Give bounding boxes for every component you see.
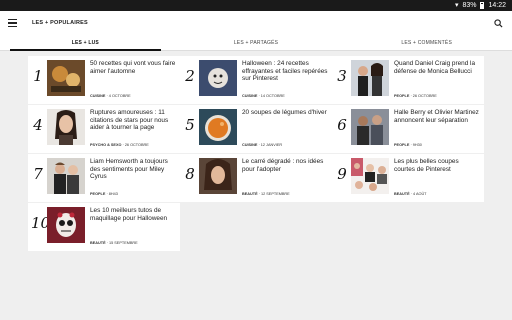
article-category: PEOPLE (394, 143, 410, 147)
article-card-2[interactable]: 2 Halloween : 24 recettes effrayantes et… (180, 56, 332, 105)
article-card-8[interactable]: 8 Le carré dégradé : nos idées pour l'ad… (180, 154, 332, 203)
article-thumbnail (199, 109, 237, 145)
article-headline: Les 10 meilleurs tutos de maquillage pou… (90, 207, 168, 222)
rank-number: 5 (185, 116, 195, 134)
article-category: CUISINE (90, 94, 106, 98)
article-date: 26 OCTOBRE (124, 143, 149, 147)
article-headline: Halloween : 24 recettes effrayantes et f… (242, 60, 328, 83)
article-card-5[interactable]: 5 20 soupes de légumes d'hiver CUISINE ·… (180, 105, 332, 154)
article-thumbnail (199, 60, 237, 96)
article-date: 26 OCTOBRE (412, 94, 437, 98)
article-date: 9H30 (412, 143, 422, 147)
article-thumbnail (351, 60, 389, 96)
article-thumbnail (47, 207, 85, 243)
article-category: PEOPLE (394, 94, 410, 98)
rank-number: 1 (33, 67, 43, 85)
article-date: 14 OCTOBRE (260, 94, 285, 98)
article-meta: PEOPLE · 8H43 (90, 192, 118, 196)
article-card-6[interactable]: 6 Halle Berry et Olivier Martinez annonc… (332, 105, 484, 154)
article-category: BEAUTÉ (242, 192, 258, 196)
article-category: BEAUTÉ (394, 192, 410, 196)
battery-level: 83% (462, 2, 477, 9)
article-meta: PEOPLE · 26 OCTOBRE (394, 94, 437, 98)
tab-les-plus-lus[interactable]: LES + LUS (0, 35, 171, 51)
page-title: LES + POPULAIRES (32, 20, 88, 26)
tab-les-plus-partages[interactable]: LES + PARTAGÉS (171, 35, 342, 50)
article-headline: Quand Daniel Craig prend la défense de M… (394, 60, 475, 75)
article-date: 12 JANVIER (260, 143, 283, 147)
article-date: 8H43 (108, 192, 118, 196)
article-meta: CUISINE · 4 OCTOBRE (90, 94, 131, 98)
article-meta: BEAUTÉ · 4 AOÛT (394, 192, 427, 196)
rank-number: 3 (337, 67, 347, 85)
article-category: BEAUTÉ (90, 241, 106, 245)
article-thumbnail (47, 109, 85, 145)
article-card-9[interactable]: 9 Les plus belles coupes courtes de Pint… (332, 154, 484, 203)
article-headline: Le carré dégradé : nos idées pour l'adop… (242, 158, 324, 173)
app-bar: LES + POPULAIRES (0, 11, 512, 35)
article-thumbnail (47, 158, 85, 194)
wifi-icon: ▾ (454, 2, 459, 9)
article-date: 12 SEPTEMBRE (261, 192, 290, 196)
status-bar: ▾ 83% 14:22 (0, 0, 512, 11)
article-headline: Ruptures amoureuses : 11 citations de st… (90, 109, 169, 132)
hamburger-menu-icon[interactable] (8, 16, 22, 30)
rank-number: 10 (31, 214, 51, 232)
rank-number: 4 (33, 116, 43, 134)
article-headline: 50 recettes qui vont vous faire aimer l'… (90, 60, 176, 75)
article-meta: PEOPLE · 9H30 (394, 143, 422, 147)
article-date: 15 SEPTEMBRE (109, 241, 138, 245)
battery-icon (480, 2, 485, 9)
article-card-10[interactable]: 10 Les 10 meilleurs tutos de maquillage … (28, 203, 180, 252)
article-date: 4 AOÛT (413, 192, 427, 196)
article-meta: CUISINE · 14 OCTOBRE (242, 94, 285, 98)
article-thumbnail (351, 158, 389, 194)
article-meta: BEAUTÉ · 15 SEPTEMBRE (90, 241, 138, 245)
article-category: CUISINE (242, 94, 258, 98)
tab-les-plus-commentes[interactable]: LES + COMMENTÉS (341, 35, 512, 50)
article-headline: Halle Berry et Olivier Martinez annoncen… (394, 109, 479, 124)
article-card-3[interactable]: 3 Quand Daniel Craig prend la défense de… (332, 56, 484, 105)
article-card-7[interactable]: 7 Liam Hemsworth a toujours des sentimen… (28, 154, 180, 203)
rank-number: 9 (337, 165, 347, 183)
article-date: 4 OCTOBRE (108, 94, 131, 98)
article-category: PEOPLE (90, 192, 106, 196)
article-meta: CUISINE · 12 JANVIER (242, 143, 283, 147)
tab-bar: LES + LUS LES + PARTAGÉS LES + COMMENTÉS (0, 35, 512, 51)
article-card-4[interactable]: 4 Ruptures amoureuses : 11 citations de … (28, 105, 180, 154)
rank-number: 8 (185, 165, 195, 183)
article-card-1[interactable]: 1 50 recettes qui vont vous faire aimer … (28, 56, 180, 105)
article-headline: 20 soupes de légumes d'hiver (242, 109, 327, 116)
article-thumbnail (351, 109, 389, 145)
article-meta: PSYCHO & SEXO · 26 OCTOBRE (90, 143, 149, 147)
article-thumbnail (199, 158, 237, 194)
rank-number: 6 (337, 116, 347, 134)
article-grid: 1 50 recettes qui vont vous faire aimer … (28, 56, 484, 252)
article-meta: BEAUTÉ · 12 SEPTEMBRE (242, 192, 290, 196)
article-headline: Les plus belles coupes courtes de Pinter… (394, 158, 459, 173)
search-icon[interactable] (492, 17, 504, 29)
article-thumbnail (47, 60, 85, 96)
article-headline: Liam Hemsworth a toujours des sentiments… (90, 158, 168, 181)
article-category: CUISINE (242, 143, 258, 147)
article-category: PSYCHO & SEXO (90, 143, 122, 147)
rank-number: 7 (33, 165, 43, 183)
clock: 14:22 (488, 2, 506, 9)
rank-number: 2 (185, 67, 195, 85)
